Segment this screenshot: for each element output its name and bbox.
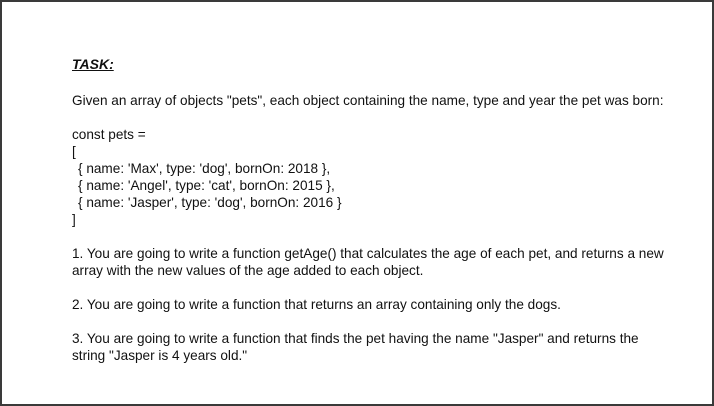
task-step-2: 2. You are going to write a function tha…: [72, 297, 561, 312]
task-step-1: 1. You are going to write a function get…: [72, 246, 664, 278]
code-declaration: const pets =: [72, 127, 146, 142]
code-item-max: { name: 'Max', type: 'dog', bornOn: 2018…: [78, 161, 331, 176]
task-document: TASK: Given an array of objects "pets", …: [72, 56, 672, 381]
document-frame: TASK: Given an array of objects "pets", …: [0, 0, 714, 406]
pets-code-block: const pets = [ { name: 'Max', type: 'dog…: [72, 126, 672, 228]
code-item-jasper: { name: 'Jasper', type: 'dog', bornOn: 2…: [78, 195, 342, 210]
task-step-3: 3. You are going to write a function tha…: [72, 331, 639, 363]
task-heading: TASK:: [72, 56, 114, 72]
code-close-bracket: ]: [72, 212, 76, 227]
code-item-angel: { name: 'Angel', type: 'cat', bornOn: 20…: [78, 178, 335, 193]
task-intro: Given an array of objects "pets", each o…: [72, 93, 664, 108]
code-open-bracket: [: [72, 144, 76, 159]
